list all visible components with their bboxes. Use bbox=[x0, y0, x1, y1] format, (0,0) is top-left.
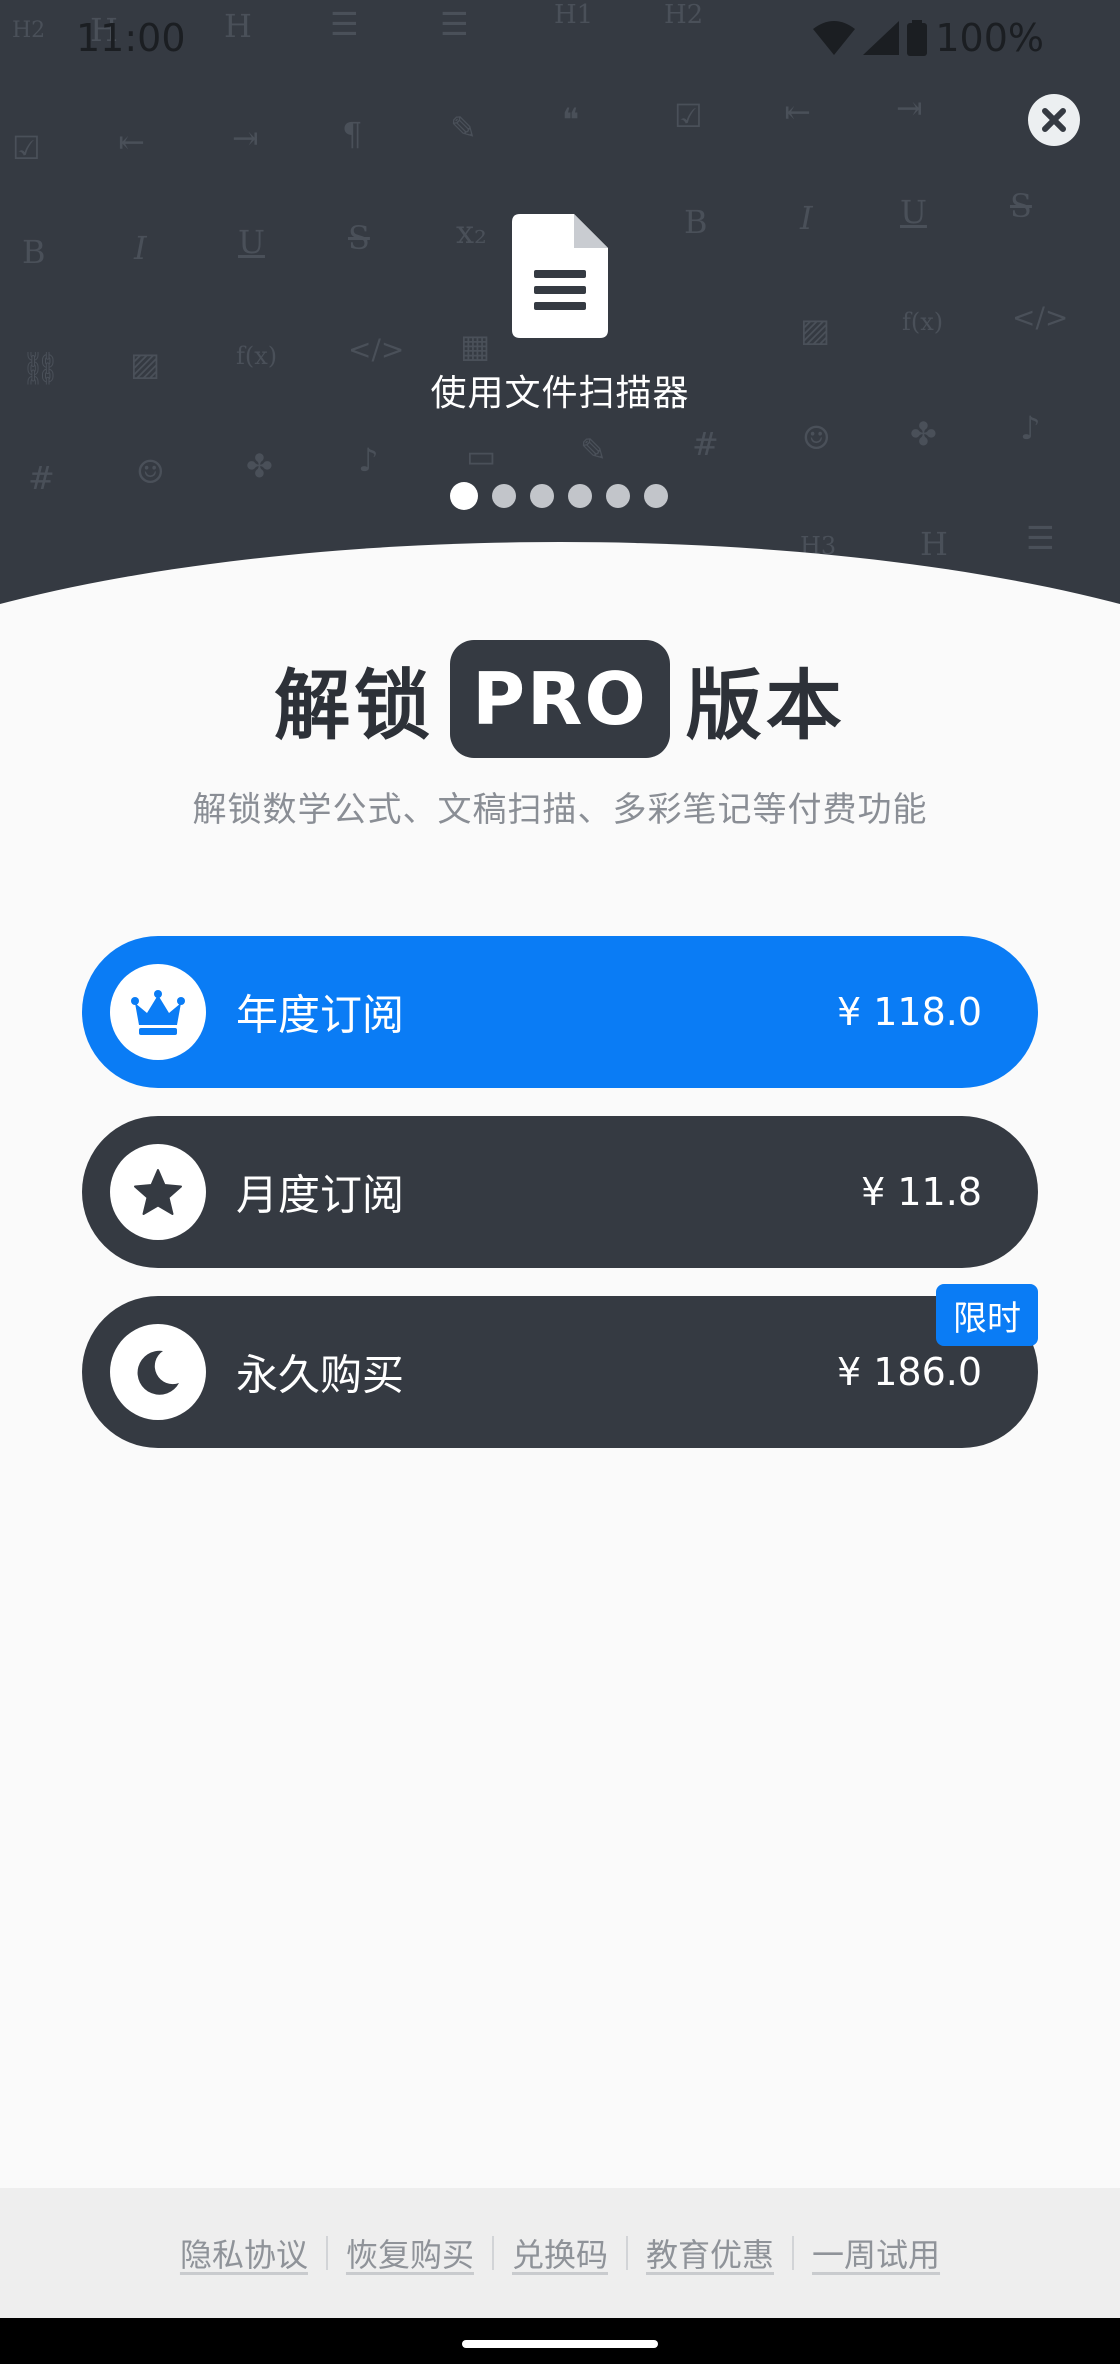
pattern-underline-icon: U bbox=[238, 223, 265, 261]
pattern-subscript-icon: x₂ bbox=[456, 213, 487, 251]
plan-lifetime-name: 永久购买 bbox=[236, 1350, 405, 1400]
pattern-function-icon: f(x) bbox=[902, 308, 944, 336]
pattern-underline-icon: U bbox=[900, 193, 927, 231]
pattern-mic-icon: ♪ bbox=[1020, 409, 1041, 447]
plan-lifetime[interactable]: 永久购买 ¥ 186.0 bbox=[82, 1296, 1038, 1448]
pattern-emoji-icon: ☺ bbox=[802, 419, 831, 457]
plan-monthly-icon-circle bbox=[110, 1144, 206, 1240]
restore-purchase-link[interactable]: 恢复购买 bbox=[328, 2230, 492, 2276]
pattern-strike-icon: S bbox=[348, 219, 370, 257]
close-icon bbox=[1042, 108, 1066, 132]
signal-icon bbox=[863, 21, 900, 55]
battery-icon bbox=[907, 20, 928, 56]
page-subtitle: 解锁数学公式、文稿扫描、多彩笔记等付费功能 bbox=[192, 790, 928, 830]
pattern-list-icon: ☰ bbox=[1026, 519, 1055, 557]
pattern-italic-icon: I bbox=[134, 229, 147, 267]
page-title: 解锁 PRO 版本 bbox=[0, 640, 1120, 758]
pager-dots bbox=[450, 482, 668, 510]
pattern-italic-icon: I bbox=[800, 199, 813, 237]
pattern-paragraph-icon: ¶ bbox=[342, 115, 363, 153]
plan-monthly-price: ¥ 11.8 bbox=[861, 1170, 982, 1214]
pattern-strike-icon: S bbox=[1010, 187, 1032, 225]
battery-percent: 100% bbox=[935, 16, 1044, 60]
title-suffix: 版本 bbox=[685, 661, 846, 750]
pattern-code-icon: </> bbox=[1012, 301, 1069, 334]
pattern-indent-icon: ⇥ bbox=[232, 119, 259, 157]
pattern-clover-icon: ✤ bbox=[910, 415, 937, 453]
pager-dot-1[interactable] bbox=[450, 482, 478, 510]
pattern-indent-icon: ⇤ bbox=[784, 93, 811, 131]
pager-dot-6[interactable] bbox=[644, 484, 668, 508]
crown-icon bbox=[131, 990, 185, 1035]
privacy-policy-link[interactable]: 隐私协议 bbox=[162, 2230, 326, 2276]
document-icon bbox=[512, 214, 608, 338]
pattern-checkbox-icon: ☑ bbox=[674, 97, 703, 135]
pattern-pencil-icon: ✎ bbox=[450, 109, 477, 147]
plan-annual[interactable]: 年度订阅 ¥ 118.0 bbox=[82, 936, 1038, 1088]
star-icon bbox=[134, 1169, 182, 1215]
pattern-table-icon: ▦ bbox=[460, 327, 491, 365]
pattern-window-icon: ▭ bbox=[466, 437, 497, 475]
plan-monthly[interactable]: 月度订阅 ¥ 11.8 bbox=[82, 1116, 1038, 1268]
pattern-list-icon: ☰ bbox=[330, 5, 359, 43]
pattern-h2-icon: H2 bbox=[664, 0, 704, 30]
pager-dot-5[interactable] bbox=[606, 484, 630, 508]
pattern-list-icon: ☰ bbox=[440, 5, 469, 43]
pager-dot-3[interactable] bbox=[530, 484, 554, 508]
home-gesture-handle[interactable] bbox=[462, 2340, 658, 2348]
status-time: 11:00 bbox=[76, 16, 186, 60]
pattern-pencil-icon: ✎ bbox=[580, 431, 607, 469]
plan-annual-icon-circle bbox=[110, 964, 206, 1060]
pattern-heading-icon: H bbox=[920, 525, 948, 563]
pattern-hash-icon: # bbox=[28, 459, 55, 497]
pattern-quote-icon: ❝ bbox=[562, 101, 580, 139]
pattern-code-icon: </> bbox=[348, 333, 405, 366]
wifi-icon bbox=[813, 21, 856, 55]
education-discount-link[interactable]: 教育优惠 bbox=[628, 2230, 792, 2276]
pattern-checkbox-icon: ☑ bbox=[12, 129, 41, 167]
pattern-heading-icon: H bbox=[224, 7, 252, 45]
plan-monthly-name: 月度订阅 bbox=[236, 1170, 405, 1220]
limited-time-badge: 限时 bbox=[936, 1284, 1038, 1346]
one-week-trial-link[interactable]: 一周试用 bbox=[794, 2230, 958, 2276]
pattern-indent-icon: ⇥ bbox=[896, 89, 923, 127]
header-curve bbox=[0, 542, 1120, 620]
pattern-mic-icon: ♪ bbox=[358, 441, 379, 479]
plan-lifetime-price: ¥ 186.0 bbox=[836, 1350, 982, 1394]
title-prefix: 解锁 bbox=[274, 661, 435, 750]
pager-dot-4[interactable] bbox=[568, 484, 592, 508]
footer-links: 隐私协议 恢复购买 兑换码 教育优惠 一周试用 bbox=[0, 2188, 1120, 2318]
pattern-h2-icon: H2 bbox=[12, 18, 46, 43]
close-button[interactable] bbox=[1028, 94, 1080, 146]
pattern-emoji-icon: ☺ bbox=[136, 453, 165, 491]
status-icons: 100% bbox=[813, 16, 1044, 60]
pro-badge: PRO bbox=[450, 640, 670, 758]
pattern-hash-icon: # bbox=[692, 425, 719, 463]
pattern-indent-icon: ⇤ bbox=[118, 123, 145, 161]
pattern-bold-icon: B bbox=[22, 233, 46, 271]
feature-caption: 使用文件扫描器 bbox=[430, 373, 690, 414]
pager-dot-2[interactable] bbox=[492, 484, 516, 508]
pattern-bold-icon: B bbox=[684, 203, 708, 241]
pattern-h1-icon: H1 bbox=[554, 0, 594, 30]
pattern-clover-icon: ✤ bbox=[246, 447, 273, 485]
plan-annual-price: ¥ 118.0 bbox=[836, 990, 982, 1034]
plan-lifetime-icon-circle bbox=[110, 1324, 206, 1420]
pattern-image-icon: ▨ bbox=[800, 311, 831, 349]
plan-annual-name: 年度订阅 bbox=[236, 990, 405, 1040]
redeem-code-link[interactable]: 兑换码 bbox=[494, 2230, 626, 2276]
moon-icon bbox=[137, 1350, 179, 1395]
